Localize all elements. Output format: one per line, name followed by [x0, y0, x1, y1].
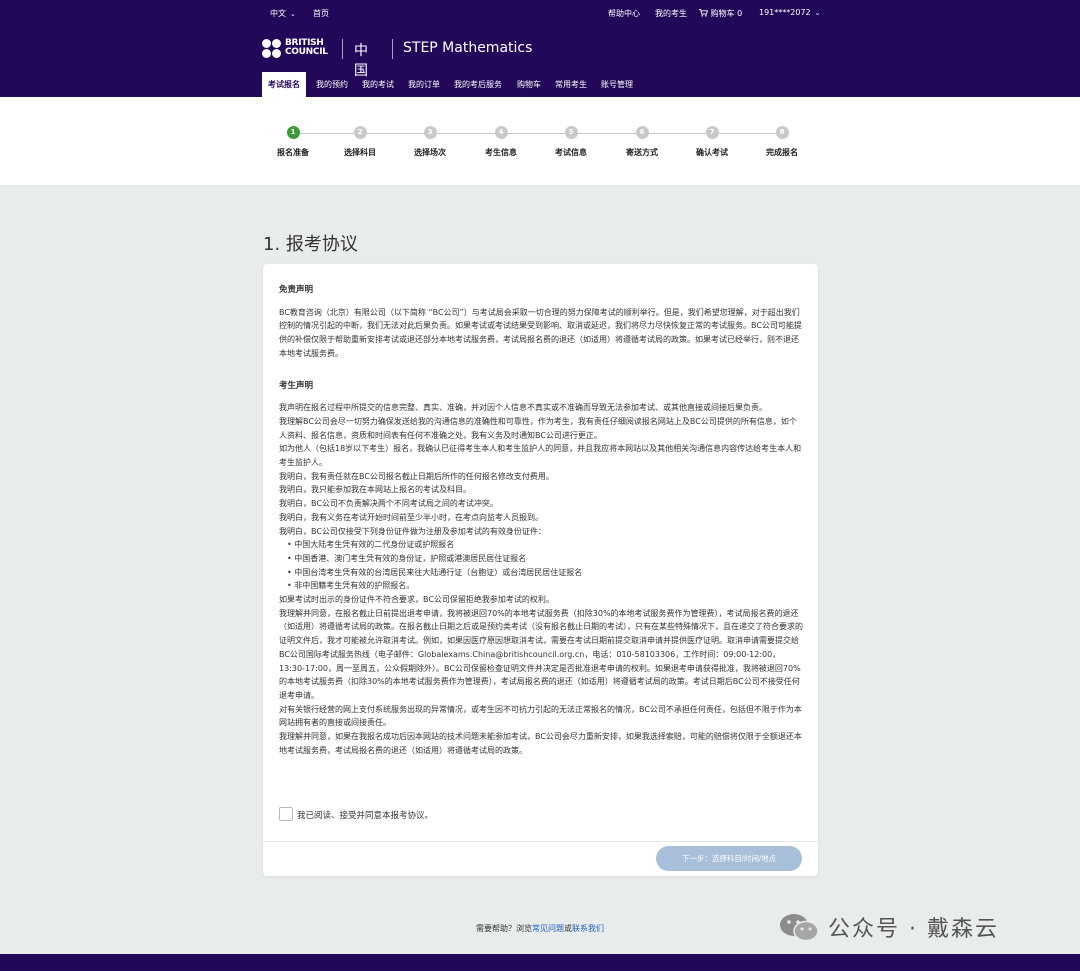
language-selector[interactable]: 中文 ⌄: [270, 8, 296, 19]
chevron-down-icon: ⌄: [814, 9, 821, 17]
card-divider: [263, 841, 818, 842]
user-menu[interactable]: 191****2072 ⌄: [759, 8, 821, 17]
declaration-paragraph: 如为他人（包括18岁以下考生）报名，我确认已征得考生本人和考生监护人的同意，并且…: [279, 444, 802, 468]
help-center-link[interactable]: 帮助中心: [608, 8, 640, 19]
step-3: 3 选择场次: [390, 126, 470, 158]
declaration-paragraph: 我明白，我有义务在考试开始时间前至少半小时，在考点向监考人员报到。: [279, 512, 543, 522]
nav-item-cart[interactable]: 购物车: [517, 72, 541, 97]
cart-link[interactable]: 购物车 0: [699, 8, 742, 19]
step-number: 6: [635, 126, 649, 139]
help-prefix: 需要帮助？浏览: [476, 924, 532, 933]
declaration-paragraph: 我明白，我有责任就在BC公司报名截止日期后所作的任何报名修改支付费用。: [279, 471, 554, 481]
step-label: 考试信息: [555, 148, 587, 157]
step-label: 完成报名: [766, 148, 798, 157]
id-bullet-item: • 中国台湾考生凭有效的台湾居民来往大陆通行证（台胞证）或台湾居民居住证报名: [287, 567, 583, 577]
declaration-paragraph: 我理解BC公司会尽一切努力确保发送给我的沟通信息的准确性和可靠性，作为考生，我有…: [279, 416, 797, 440]
language-label: 中文: [270, 9, 286, 18]
nav-item-account-management[interactable]: 账号管理: [601, 72, 633, 97]
nav-item-post-exam-services[interactable]: 我的考后服务: [454, 72, 502, 97]
brand-divider: [342, 39, 343, 59]
step-7: 7 确认考试: [672, 126, 752, 158]
chevron-down-icon: ⌄: [290, 10, 296, 18]
next-step-button[interactable]: 下一步：选择科目/时间/地点: [656, 846, 802, 871]
declaration-paragraph: 我理解并同意，在报名截止日前提出退考申请，我将被退回70%的本地考试服务费（扣除…: [279, 608, 803, 700]
brand-divider: [392, 39, 393, 59]
user-phone: 191****2072: [759, 8, 811, 17]
step-label: 考生信息: [485, 148, 517, 157]
step-number: 8: [775, 126, 789, 139]
step-label: 寄送方式: [626, 148, 658, 157]
step-number: 3: [423, 126, 437, 139]
step-8: 8 完成报名: [742, 126, 822, 158]
site-footer-bar: [0, 954, 1080, 971]
step-4: 4 考生信息: [461, 126, 541, 158]
id-bullet-item: • 中国大陆考生凭有效的二代身份证或护照报名: [287, 540, 455, 550]
help-or: 或: [564, 924, 572, 933]
declaration-paragraph: 我声明在报名过程中所提交的信息完整、真实、准确，并对因个人信息不真实或不准确而导…: [279, 403, 767, 413]
logo-dots: [262, 39, 282, 59]
agree-checkbox[interactable]: [279, 807, 293, 821]
declaration-paragraph: 我理解并同意，如果在我报名成功后因本网站的技术问题未能参加考试，BC公司会尽力重…: [279, 732, 802, 755]
top-utility-bar: 中文 ⌄ 首页 帮助中心 我的考生 购物车 0 191****2072 ⌄: [0, 0, 1080, 24]
nav-item-my-orders[interactable]: 我的订单: [408, 72, 440, 97]
declaration-paragraph: 对有关银行经营的网上支付系统服务出现的异常情况，或考生因不可抗力引起的无法正常报…: [279, 704, 802, 728]
agree-label[interactable]: 我已阅读、接受并同意本报考协议。: [297, 809, 433, 821]
step-label: 选择场次: [414, 148, 446, 157]
cart-label: 购物车 0: [710, 9, 743, 18]
registration-stepper: 1 报名准备 2 选择科目 3 选择场次 4 考生信息 5 考试信息 6 寄送方…: [0, 97, 1080, 185]
declaration-paragraph: 我明白，BC公司仅接受下列身份证件做为注册及参加考试的有效身份证件：: [279, 526, 546, 536]
step-6: 6 寄送方式: [602, 126, 682, 158]
step-number: 4: [494, 126, 508, 139]
step-label: 确认考试: [696, 148, 728, 157]
british-council-logo[interactable]: BRITISH COUNCIL: [262, 38, 334, 60]
page-title: 1. 报考协议: [263, 234, 358, 255]
nav-item-exam-registration[interactable]: 考试报名: [262, 72, 306, 97]
watermark-text: 公众号 · 戴森云: [828, 917, 999, 942]
faq-link[interactable]: 常见问题: [532, 924, 564, 933]
cart-icon: [699, 9, 709, 17]
wechat-icon: [780, 914, 819, 942]
logo-wordmark: BRITISH COUNCIL: [285, 38, 328, 57]
brand-product: STEP Mathematics: [403, 40, 533, 56]
step-number: 5: [564, 126, 578, 139]
site-header: 中文 ⌄ 首页 帮助中心 我的考生 购物车 0 191****2072 ⌄ BRIT…: [0, 0, 1080, 97]
step-number: 1: [286, 126, 300, 139]
step-number: 7: [705, 126, 719, 139]
agreement-text: 免责声明 BC教育咨询（北京）有限公司（以下简称 “BC公司”）与考试局会采取一…: [279, 284, 803, 758]
my-candidates-link[interactable]: 我的考生: [655, 8, 687, 19]
step-label: 选择科目: [344, 148, 376, 157]
declaration-paragraph: 我明白，我只能参加我在本网站上报名的考试及科目。: [279, 485, 471, 495]
nav-item-my-exams[interactable]: 我的考试: [362, 72, 394, 97]
nav-item-my-appointments[interactable]: 我的预约: [316, 72, 348, 97]
disclaimer-heading: 免责声明: [279, 285, 314, 295]
nav-item-frequent-candidates[interactable]: 常用考生: [555, 72, 587, 97]
step-5: 5 考试信息: [531, 126, 611, 158]
declaration-paragraph: 我明白，BC公司不负责解决两个不同考试局之间的考试冲突。: [279, 499, 498, 509]
id-bullet-item: • 非中国籍考生凭有效的护照报名。: [287, 581, 415, 591]
step-2: 2 选择科目: [320, 126, 400, 158]
contact-us-link[interactable]: 联系我们: [572, 924, 604, 933]
declaration-heading: 考生声明: [279, 380, 314, 391]
declaration-paragraph: 如果考试时出示的身份证件不符合要求，BC公司保留拒绝我参加考试的权利。: [279, 595, 554, 605]
agreement-card: 免责声明 BC教育咨询（北京）有限公司（以下简称 “BC公司”）与考试局会采取一…: [263, 264, 818, 876]
id-bullet-item: • 中国香港、澳门考生凭有效的身份证，护照或港澳居民居住证报名: [287, 553, 527, 563]
step-number: 2: [353, 126, 367, 139]
disclaimer-paragraph: BC教育咨询（北京）有限公司（以下简称 “BC公司”）与考试局会采取一切合理的努…: [279, 307, 802, 358]
home-link[interactable]: 首页: [313, 8, 329, 19]
